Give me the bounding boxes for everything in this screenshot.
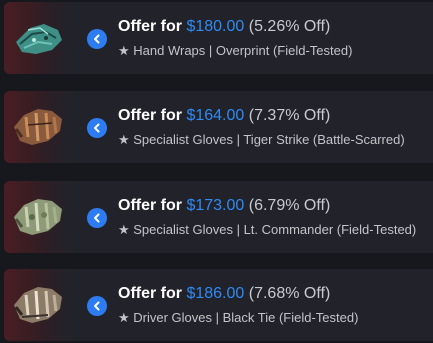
offer-list: Offer for $180.00 (5.26% Off) ★ Hand Wra… [0, 0, 433, 343]
chevron-left-icon [94, 34, 100, 44]
item-name: ★ Hand Wraps | Overprint (Field-Tested) [118, 43, 353, 58]
offer-prefix: Offer for [118, 18, 182, 35]
offer-prefix: Offer for [118, 285, 182, 302]
chevron-left-icon [94, 213, 100, 223]
item-name: ★ Specialist Gloves | Lt. Commander (Fie… [118, 222, 417, 237]
offer-discount: (6.79% Off) [248, 197, 331, 214]
back-arrow-button[interactable] [87, 208, 107, 228]
offer-price: $186.00 [186, 285, 245, 302]
back-arrow-button[interactable] [87, 296, 107, 316]
chevron-left-icon [94, 301, 100, 311]
offer-title: Offer for $180.00 (5.26% Off) [118, 18, 330, 36]
chevron-left-icon [94, 123, 100, 133]
offer-price: $180.00 [186, 18, 245, 35]
offer-price: $173.00 [186, 197, 245, 214]
item-name: ★ Driver Gloves | Black Tie (Field-Teste… [118, 310, 359, 325]
offer-title: Offer for $173.00 (6.79% Off) [118, 197, 330, 215]
offer-card[interactable]: Offer for $164.00 (7.37% Off) ★ Speciali… [4, 91, 433, 163]
back-arrow-button[interactable] [87, 29, 107, 49]
offer-discount: (7.68% Off) [248, 285, 331, 302]
offer-card[interactable]: Offer for $186.00 (7.68% Off) ★ Driver G… [4, 269, 433, 341]
specialist-gloves-icon [14, 199, 62, 235]
offer-prefix: Offer for [118, 197, 182, 214]
back-arrow-button[interactable] [87, 118, 107, 138]
offer-card[interactable]: Offer for $173.00 (6.79% Off) ★ Speciali… [4, 181, 433, 253]
item-thumbnail [4, 269, 72, 341]
specialist-gloves-icon [14, 109, 62, 145]
item-name: ★ Specialist Gloves | Tiger Strike (Batt… [118, 132, 405, 147]
item-thumbnail [4, 181, 72, 253]
hand-wraps-icon [16, 24, 62, 54]
offer-price: $164.00 [186, 107, 245, 124]
offer-title: Offer for $186.00 (7.68% Off) [118, 285, 330, 303]
offer-title: Offer for $164.00 (7.37% Off) [118, 107, 330, 125]
driver-gloves-icon [14, 287, 62, 323]
offer-card[interactable]: Offer for $180.00 (5.26% Off) ★ Hand Wra… [4, 2, 433, 74]
offer-discount: (5.26% Off) [248, 18, 331, 35]
offer-prefix: Offer for [118, 107, 182, 124]
item-thumbnail [4, 2, 72, 74]
offer-discount: (7.37% Off) [248, 107, 331, 124]
item-thumbnail [4, 91, 72, 163]
